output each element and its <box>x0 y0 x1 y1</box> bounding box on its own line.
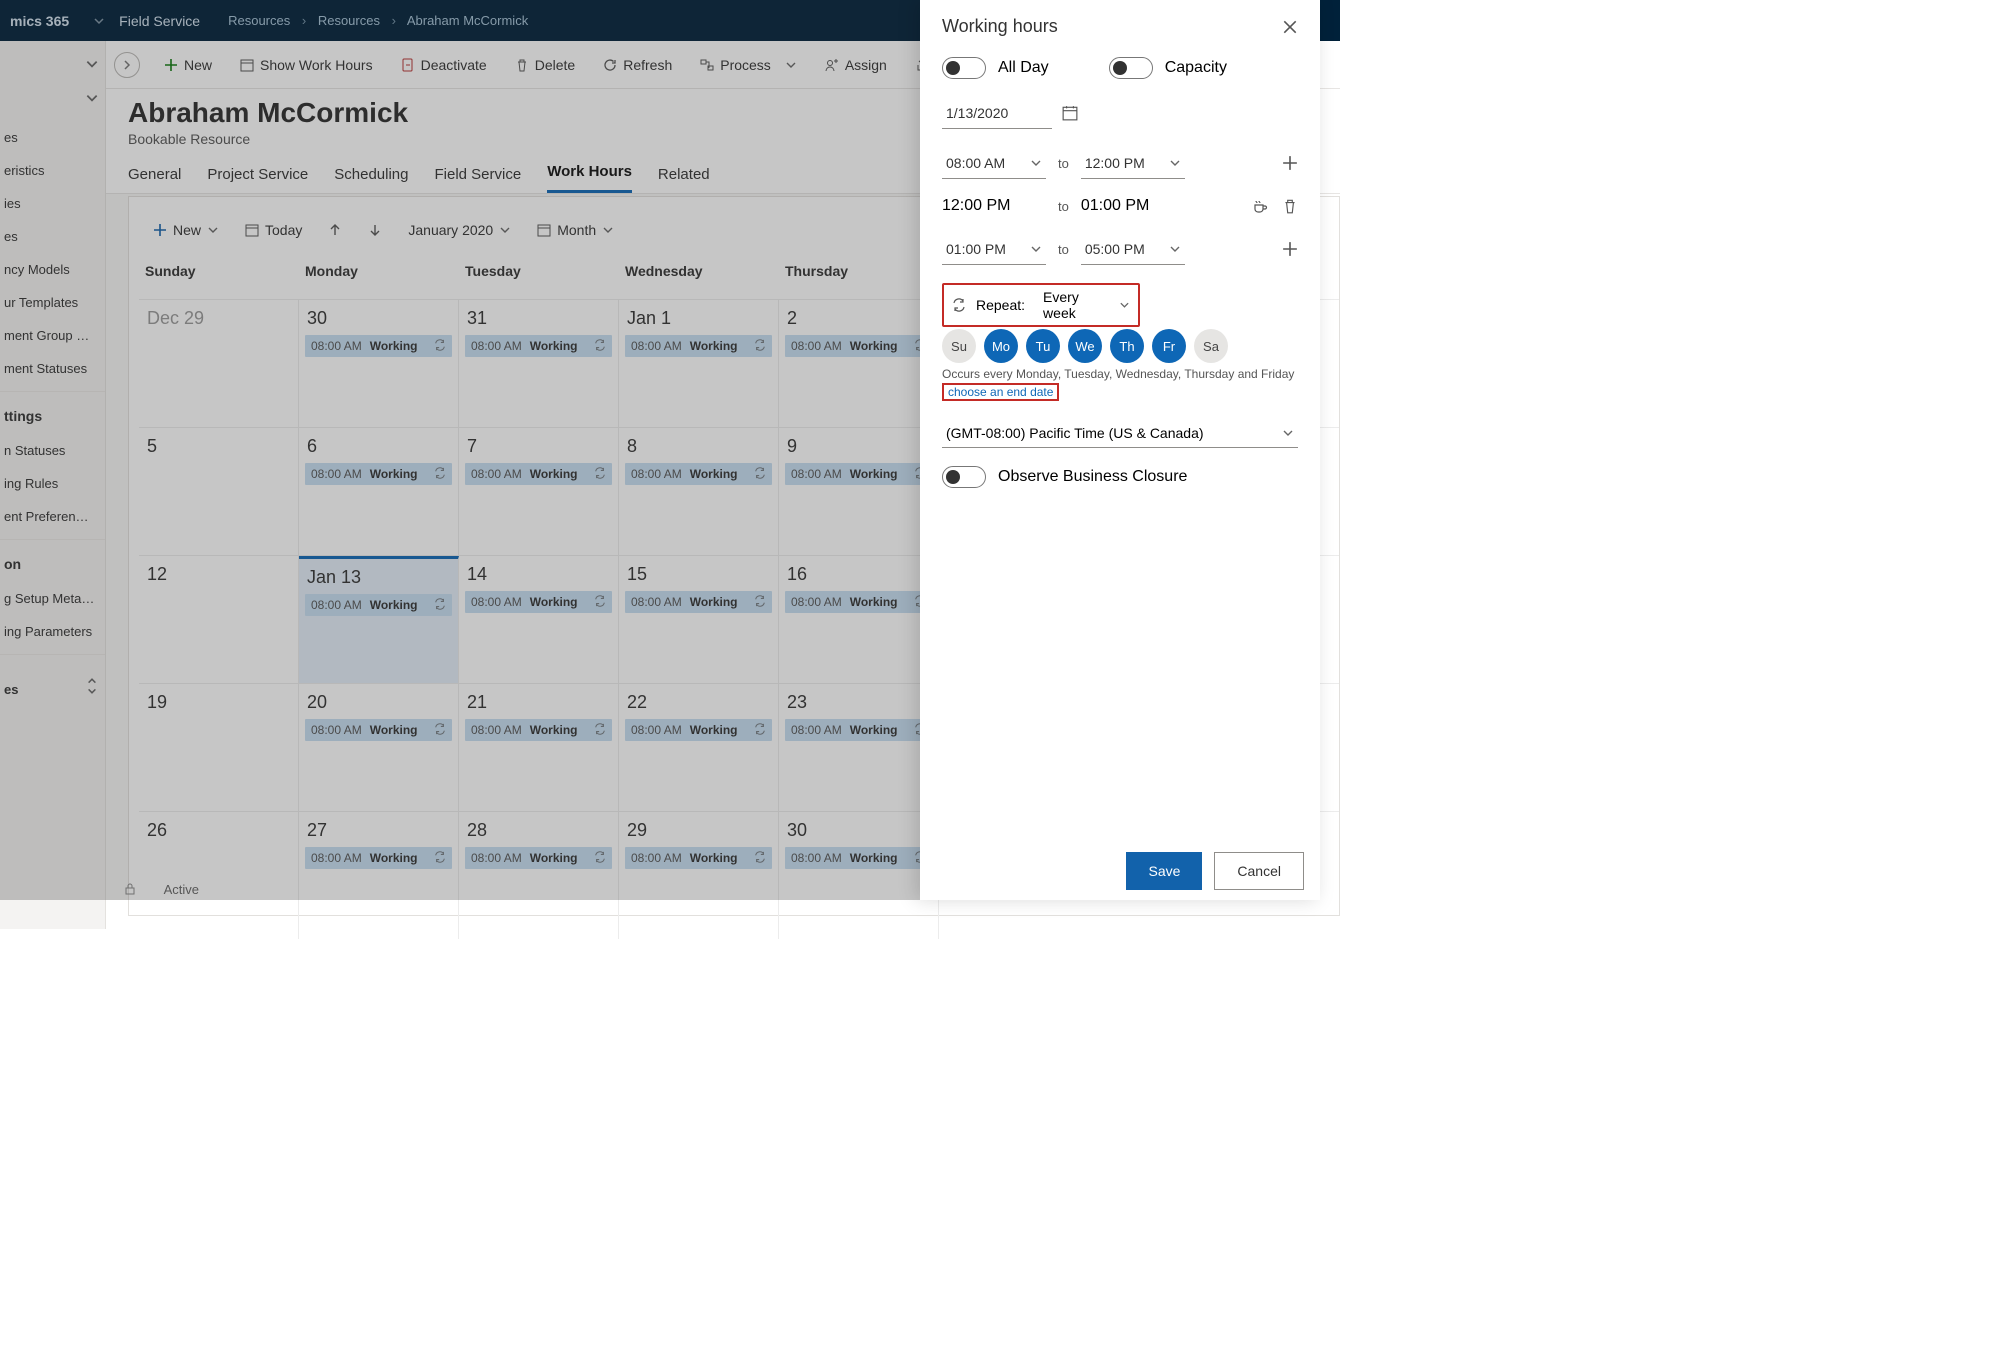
day-of-week-picker: Su Mo Tu We Th Fr Sa <box>942 329 1298 363</box>
coffee-icon <box>1252 198 1268 214</box>
panel-title: Working hours <box>942 16 1058 37</box>
observe-closure-toggle[interactable] <box>942 466 986 488</box>
all-day-label: All Day <box>998 59 1049 77</box>
capacity-toggle[interactable] <box>1109 57 1153 79</box>
delete-slot-button[interactable] <box>1282 198 1298 214</box>
working-hours-panel: Working hours All Day Capacity 08:00 <box>920 0 1320 900</box>
start-time-3[interactable]: 01:00 PM <box>942 233 1046 265</box>
break-button[interactable] <box>1252 198 1268 214</box>
end-time-2: 01:00 PM <box>1081 197 1185 215</box>
chevron-down-icon <box>1119 299 1130 311</box>
close-icon <box>1282 19 1298 35</box>
chevron-down-icon <box>1030 243 1042 255</box>
chevron-down-icon <box>1030 157 1042 169</box>
day-tu[interactable]: Tu <box>1026 329 1060 363</box>
plus-icon <box>1282 241 1298 257</box>
choose-end-date-link[interactable]: choose an end date <box>942 383 1059 401</box>
add-slot-button[interactable] <box>1282 155 1298 171</box>
day-su[interactable]: Su <box>942 329 976 363</box>
calendar-icon <box>1062 105 1078 121</box>
repeat-icon <box>952 298 966 312</box>
blank-right <box>1320 0 2014 900</box>
day-mo[interactable]: Mo <box>984 329 1018 363</box>
cancel-button[interactable]: Cancel <box>1214 852 1304 890</box>
add-slot-button[interactable] <box>1282 241 1298 257</box>
occurs-text: Occurs every Monday, Tuesday, Wednesday,… <box>942 367 1298 381</box>
blank-bottom <box>0 900 2014 1356</box>
timezone-select[interactable]: (GMT-08:00) Pacific Time (US & Canada) <box>942 419 1298 448</box>
repeat-selector[interactable]: Repeat: Every week <box>942 283 1140 327</box>
chevron-down-icon <box>1169 157 1181 169</box>
capacity-label: Capacity <box>1165 59 1227 77</box>
date-picker-button[interactable] <box>1062 105 1078 121</box>
end-time-1[interactable]: 12:00 PM <box>1081 147 1185 179</box>
plus-icon <box>1282 155 1298 171</box>
modal-backdrop <box>0 0 920 900</box>
close-button[interactable] <box>1282 19 1298 35</box>
date-input[interactable] <box>942 97 1052 129</box>
end-time-3[interactable]: 05:00 PM <box>1081 233 1185 265</box>
day-th[interactable]: Th <box>1110 329 1144 363</box>
start-time-1[interactable]: 08:00 AM <box>942 147 1046 179</box>
observe-closure-label: Observe Business Closure <box>998 468 1187 486</box>
day-we[interactable]: We <box>1068 329 1102 363</box>
save-button[interactable]: Save <box>1126 852 1202 890</box>
day-sa[interactable]: Sa <box>1194 329 1228 363</box>
trash-icon <box>1282 198 1298 214</box>
chevron-down-icon <box>1282 427 1294 439</box>
chevron-down-icon <box>1169 243 1181 255</box>
start-time-2: 12:00 PM <box>942 197 1046 215</box>
day-fr[interactable]: Fr <box>1152 329 1186 363</box>
all-day-toggle[interactable] <box>942 57 986 79</box>
